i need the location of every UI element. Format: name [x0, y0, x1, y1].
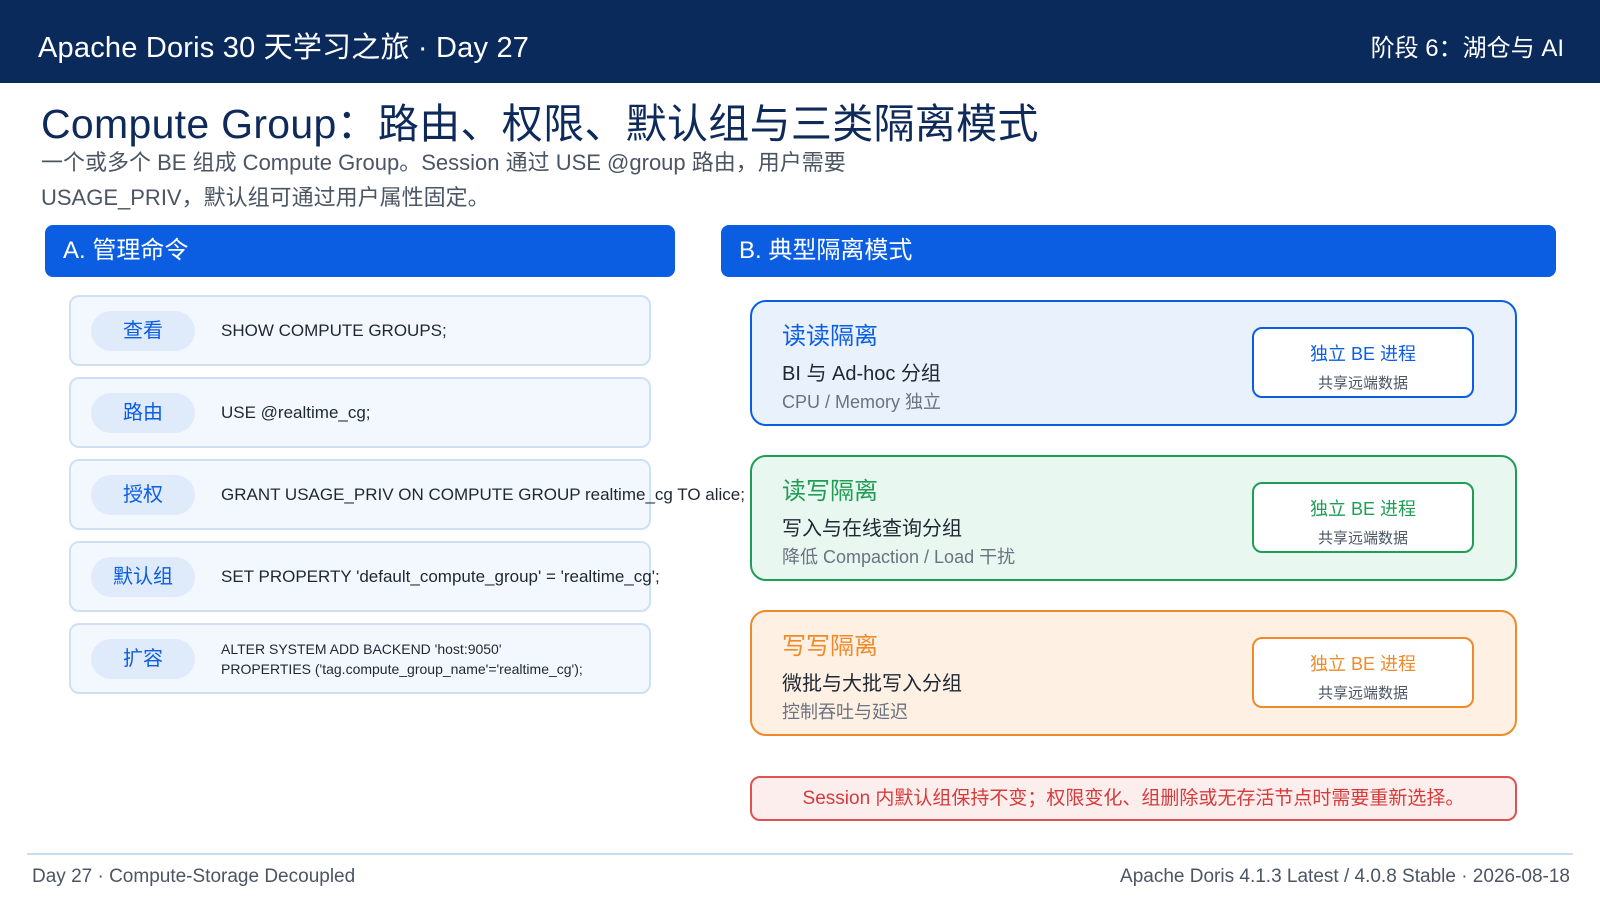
course-title: Apache Doris 30 天学习之旅 · Day 27: [38, 32, 530, 64]
mode-detail: 降低 Compaction / Load 干扰: [782, 547, 1016, 567]
be-box-subtitle: 共享远端数据: [1317, 375, 1408, 392]
mode-detail: CPU / Memory 独立: [782, 392, 942, 412]
mode-title: 读读隔离: [782, 323, 878, 350]
command-line: GRANT USAGE_PRIV ON COMPUTE GROUP realti…: [221, 484, 745, 504]
mode-title: 读写隔离: [782, 478, 878, 505]
command-text: GRANT USAGE_PRIV ON COMPUTE GROUP realti…: [221, 461, 745, 528]
command-label: 授权: [91, 475, 195, 515]
command-label: 路由: [91, 393, 195, 433]
mode-be-box: 独立 BE 进程 共享远端数据: [1252, 327, 1474, 398]
mode-detail: 控制吞吐与延迟: [782, 702, 908, 722]
mode-card-read-write: 读写隔离 写入与在线查询分组 降低 Compaction / Load 干扰 独…: [750, 455, 1517, 581]
footer-divider: [27, 853, 1573, 855]
be-box-title: 独立 BE 进程: [1309, 654, 1416, 674]
mode-title: 写写隔离: [782, 633, 878, 660]
command-line: ALTER SYSTEM ADD BACKEND 'host:9050': [221, 640, 502, 657]
page-subtitle: 一个或多个 BE 组成 Compute Group。Session 通过 USE…: [41, 145, 941, 215]
section-a-heading: A. 管理命令: [45, 225, 675, 277]
command-text: ALTER SYSTEM ADD BACKEND 'host:9050' PRO…: [221, 625, 583, 692]
warning-note: Session 内默认组保持不变；权限变化、组删除或无存活节点时需要重新选择。: [750, 776, 1517, 821]
command-row-route: 路由 USE @realtime_cg;: [69, 377, 651, 448]
be-box-subtitle: 共享远端数据: [1317, 530, 1408, 547]
mode-card-write-write: 写写隔离 微批与大批写入分组 控制吞吐与延迟 独立 BE 进程 共享远端数据: [750, 610, 1517, 736]
section-b-heading: B. 典型隔离模式: [721, 225, 1556, 277]
page-title: Compute Group：路由、权限、默认组与三类隔离模式: [41, 101, 1039, 147]
mode-be-box: 独立 BE 进程 共享远端数据: [1252, 637, 1474, 708]
command-row-default-group: 默认组 SET PROPERTY 'default_compute_group'…: [69, 541, 660, 612]
footer-right: Apache Doris 4.1.3 Latest / 4.0.8 Stable…: [1120, 866, 1570, 887]
footer-left: Day 27 · Compute-Storage Decoupled: [32, 866, 356, 887]
command-line: USE @realtime_cg;: [221, 402, 371, 422]
be-box-title: 独立 BE 进程: [1309, 499, 1416, 519]
subtitle-line: 一个或多个 BE 组成 Compute Group。Session 通过 USE…: [41, 150, 846, 175]
be-box-title: 独立 BE 进程: [1309, 344, 1416, 364]
mode-card-read-read: 读读隔离 BI 与 Ad-hoc 分组 CPU / Memory 独立 独立 B…: [750, 300, 1517, 426]
mode-description: 微批与大批写入分组: [782, 673, 962, 695]
command-text: USE @realtime_cg;: [221, 379, 371, 446]
command-row-show: 查看 SHOW COMPUTE GROUPS;: [69, 295, 651, 366]
command-label: 默认组: [91, 557, 195, 597]
subtitle-line: USAGE_PRIV，默认组可通过用户属性固定。: [41, 185, 490, 210]
command-text: SHOW COMPUTE GROUPS;: [221, 297, 447, 364]
command-label: 扩容: [91, 639, 195, 679]
command-row-grant: 授权 GRANT USAGE_PRIV ON COMPUTE GROUP rea…: [69, 459, 745, 530]
command-line: PROPERTIES ('tag.compute_group_name'='re…: [221, 660, 583, 677]
command-label: 查看: [91, 311, 195, 351]
mode-description: BI 与 Ad-hoc 分组: [782, 363, 941, 385]
command-line: SET PROPERTY 'default_compute_group' = '…: [221, 566, 660, 586]
be-box-subtitle: 共享远端数据: [1317, 685, 1408, 702]
stage-label: 阶段 6：湖仓与 AI: [1370, 35, 1564, 62]
mode-be-box: 独立 BE 进程 共享远端数据: [1252, 482, 1474, 553]
top-banner: Apache Doris 30 天学习之旅 · Day 27 阶段 6：湖仓与 …: [0, 0, 1600, 83]
mode-description: 写入与在线查询分组: [782, 518, 962, 540]
command-row-scale-out: 扩容 ALTER SYSTEM ADD BACKEND 'host:9050' …: [69, 623, 651, 694]
command-text: SET PROPERTY 'default_compute_group' = '…: [221, 543, 660, 610]
command-line: SHOW COMPUTE GROUPS;: [221, 320, 447, 340]
